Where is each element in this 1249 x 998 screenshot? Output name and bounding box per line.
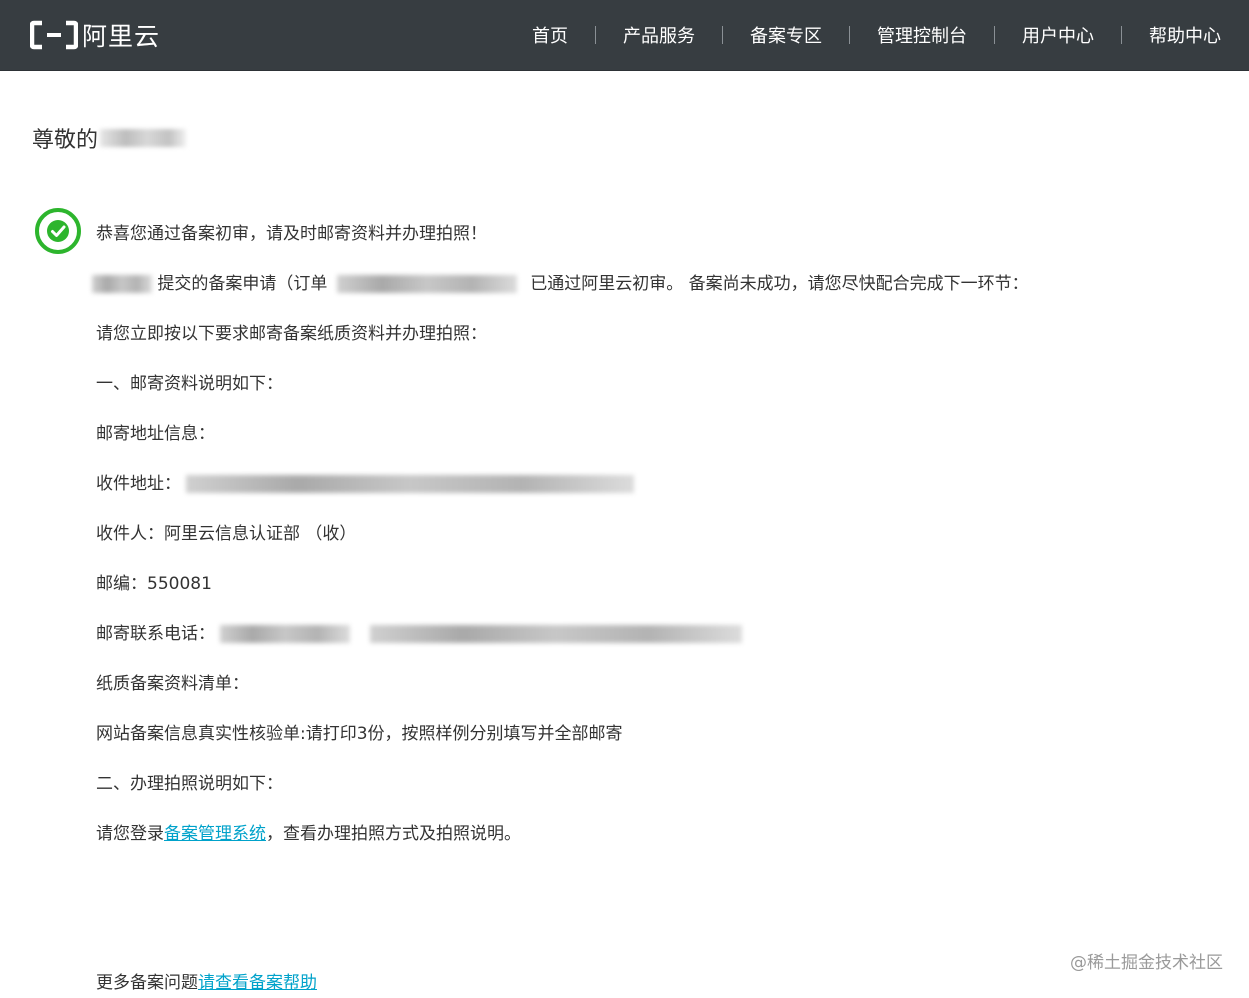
logo-text: 阿里云 — [82, 22, 161, 51]
redacted-order-number — [336, 275, 517, 293]
phone-line: 邮寄联系电话： — [96, 619, 742, 644]
more-help-prefix: 更多备案问题 — [96, 973, 198, 993]
photo-instruction-line: 请您登录备案管理系统，查看办理拍照方式及拍照说明。 — [96, 819, 521, 844]
submit-text-part2: 已通过阿里云初审。 备案尚未成功，请您尽快配合完成下一环节： — [530, 274, 1029, 294]
nav-divider — [722, 26, 723, 44]
nav-products[interactable]: 产品服务 — [623, 22, 695, 48]
recipient-line: 收件人：阿里云信息认证部 （收） — [96, 524, 357, 544]
postcode-line: 邮编：550081 — [96, 574, 212, 594]
redacted-account — [92, 275, 152, 293]
top-navigation-bar: 阿里云 首页 产品服务 备案专区 管理控制台 用户中心 帮助中心 — [0, 0, 1249, 71]
check-circle-icon — [35, 208, 81, 254]
paper-list-label: 纸质备案资料清单： — [96, 674, 249, 694]
nav-console[interactable]: 管理控制台 — [877, 22, 967, 48]
recipient-address-label: 收件地址： — [96, 474, 181, 494]
section2-title: 二、办理拍照说明如下： — [96, 774, 283, 794]
greeting: 尊敬的 — [32, 122, 187, 154]
aliyun-logo[interactable]: 阿里云 — [30, 16, 160, 54]
more-help-line: 更多备案问题请查看备案帮助 — [96, 968, 317, 993]
redacted-username — [100, 129, 187, 147]
greeting-text: 尊敬的 — [32, 128, 99, 153]
nav-divider — [994, 26, 995, 44]
nav-home[interactable]: 首页 — [532, 22, 568, 48]
photo-prefix: 请您登录 — [96, 824, 164, 844]
watermark: @稀土掘金技术社区 — [1070, 953, 1223, 973]
aliyun-logo-icon — [30, 20, 78, 50]
photo-suffix: ，查看办理拍照方式及拍照说明。 — [266, 824, 521, 844]
nav-divider — [595, 26, 596, 44]
redacted-phone-1 — [220, 625, 351, 643]
success-title: 恭喜您通过备案初审，请及时邮寄资料并办理拍照！ — [96, 224, 487, 244]
beian-system-link[interactable]: 备案管理系统 — [164, 824, 266, 844]
mail-info-label: 邮寄地址信息： — [96, 424, 215, 444]
redacted-address — [186, 475, 635, 493]
paper-list-item: 网站备案信息真实性核验单:请打印3份，按照样例分别填写并全部邮寄 — [96, 724, 623, 744]
recipient-address-line: 收件地址： — [96, 469, 635, 494]
nav-divider — [849, 26, 850, 44]
phone-label: 邮寄联系电话： — [96, 624, 215, 644]
nav-divider — [1121, 26, 1122, 44]
nav-help-center[interactable]: 帮助中心 — [1149, 22, 1221, 48]
section1-title: 一、邮寄资料说明如下： — [96, 374, 283, 394]
nav-beian[interactable]: 备案专区 — [750, 22, 822, 48]
redacted-phone-2 — [369, 625, 742, 643]
submit-status-line: 提交的备案申请（订单 已通过阿里云初审。 备案尚未成功，请您尽快配合完成下一环节… — [92, 269, 1029, 294]
nav-user-center[interactable]: 用户中心 — [1022, 22, 1094, 48]
beian-help-link[interactable]: 请查看备案帮助 — [198, 973, 317, 993]
main-nav: 首页 产品服务 备案专区 管理控制台 用户中心 帮助中心 — [532, 0, 1221, 70]
instruction-text: 请您立即按以下要求邮寄备案纸质资料并办理拍照： — [96, 324, 487, 344]
submit-text-part1: 提交的备案申请（订单 — [157, 274, 328, 294]
